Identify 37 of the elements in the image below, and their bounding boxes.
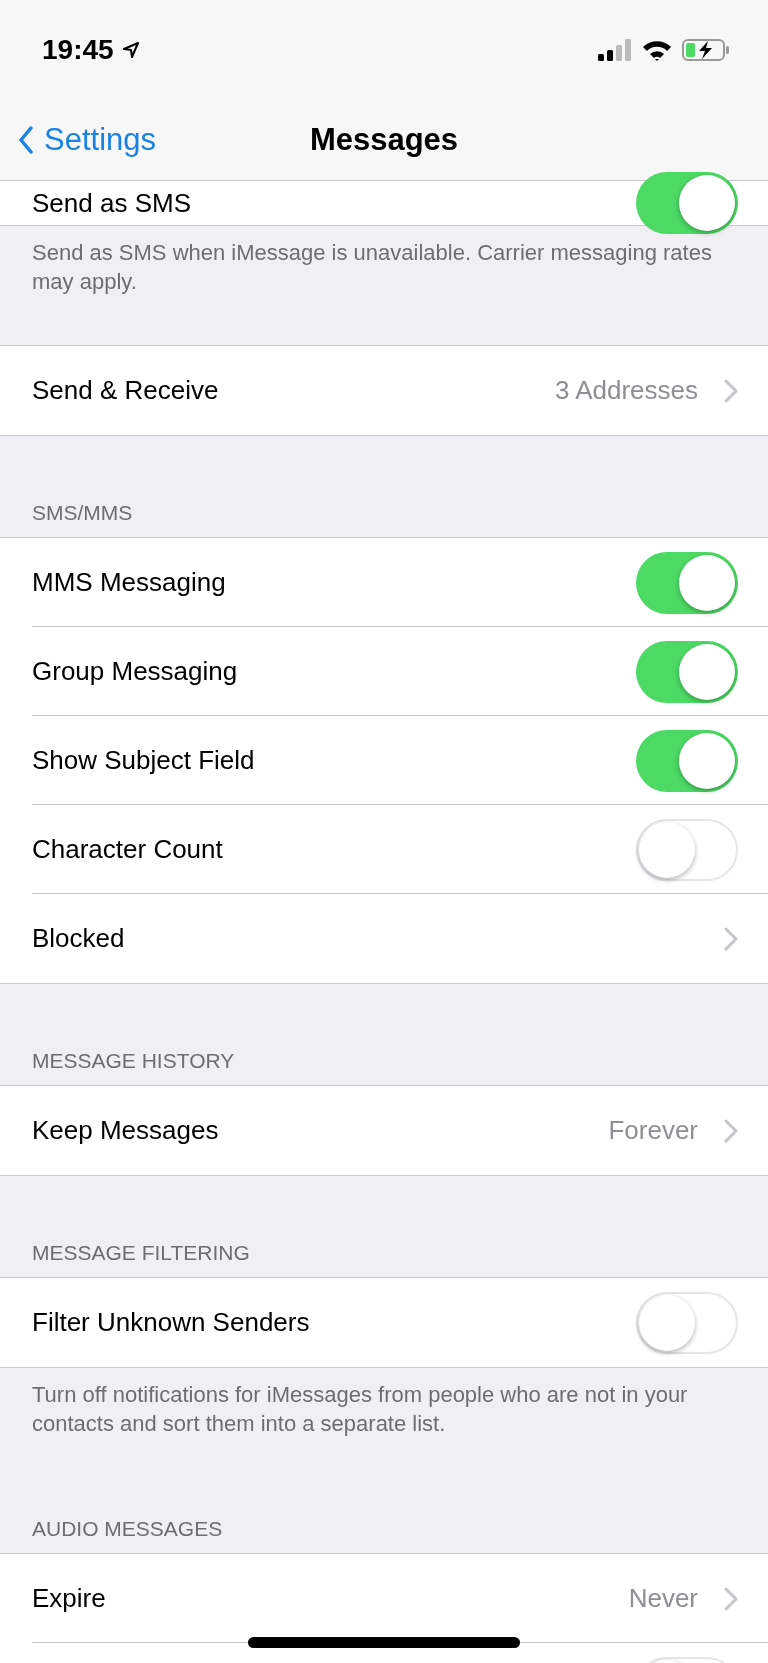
chevron-icon[interactable] <box>724 926 738 951</box>
row-value: 3 Addresses <box>554 375 698 406</box>
back-button[interactable]: Settings <box>0 122 156 158</box>
toggle-switch[interactable] <box>636 172 738 234</box>
section-header: SMS/MMS <box>31 500 134 526</box>
section-header: AUDIO MESSAGES <box>31 1516 224 1542</box>
row-value: Forever <box>608 1115 698 1146</box>
section-footer: Turn off notifications for iMessages from people who are not in your contacts and sort them into a separate list. <box>0 1368 768 1452</box>
section-footer: Send as SMS when iMessage is unavailable. Carrier messaging rates may apply. <box>0 226 768 345</box>
signal-icon <box>598 39 632 61</box>
chevron-icon[interactable] <box>724 1586 738 1611</box>
toggle-switch[interactable] <box>636 729 738 792</box>
row-label: Blocked <box>32 923 125 954</box>
row-label: Filter Unknown Senders <box>32 1307 310 1338</box>
location-arrow-icon <box>121 41 140 59</box>
row-label: MMS Messaging <box>32 567 226 598</box>
toggle-switch[interactable] <box>636 818 738 881</box>
page-title: Messages <box>309 122 459 158</box>
toggle-switch[interactable] <box>636 551 738 614</box>
row-label: Character Count <box>32 834 223 865</box>
back-chevron-icon[interactable] <box>18 126 34 154</box>
chevron-icon[interactable] <box>724 1118 738 1143</box>
row-label: Send as SMS <box>32 187 191 219</box>
status-time: 19:45 <box>42 34 114 66</box>
wifi-icon <box>642 39 672 61</box>
row-label: Show Subject Field <box>32 745 255 776</box>
toggle-switch[interactable] <box>636 1291 738 1354</box>
battery-charging-icon <box>682 39 730 61</box>
row-label: Send & Receive <box>32 375 219 406</box>
row-label: Keep Messages <box>32 1115 219 1146</box>
chevron-icon[interactable] <box>724 378 738 403</box>
toggle-switch[interactable] <box>636 640 738 703</box>
section-header: MESSAGE HISTORY <box>31 1048 236 1074</box>
row-value: Never <box>628 1583 698 1614</box>
section-header: MESSAGE FILTERING <box>31 1240 251 1266</box>
row-label: Expire <box>32 1583 106 1614</box>
row-label: Group Messaging <box>32 656 238 687</box>
